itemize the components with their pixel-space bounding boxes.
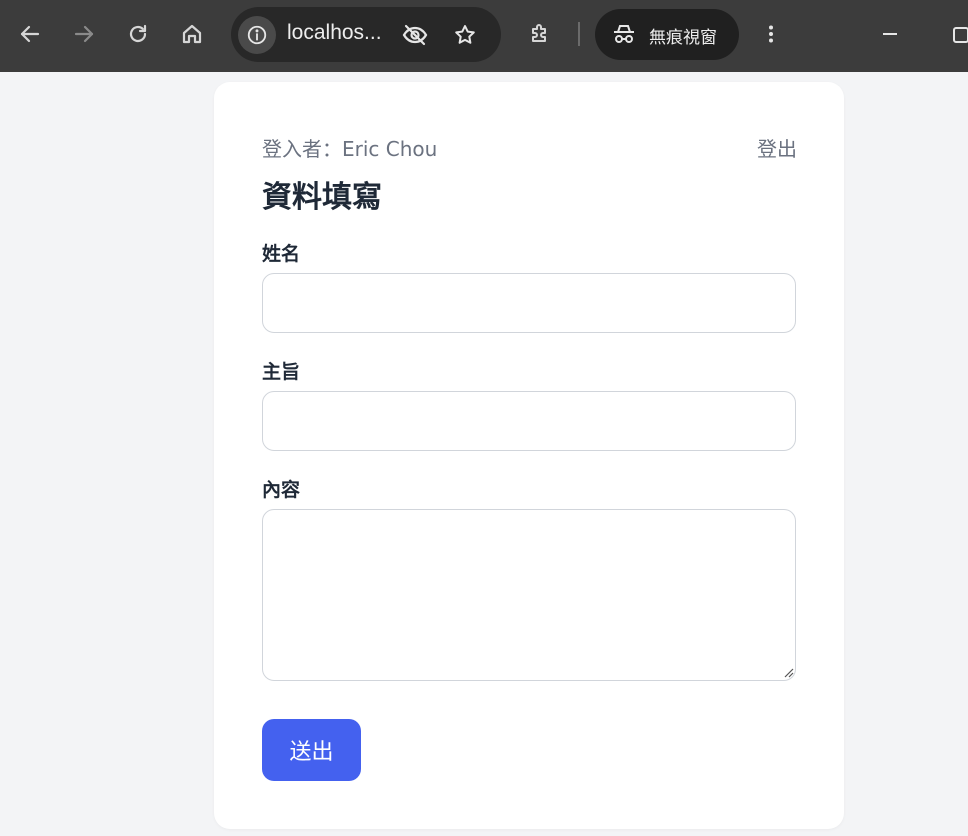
tracking-protection-button[interactable] xyxy=(400,21,430,49)
forward-button[interactable] xyxy=(64,12,104,56)
reload-button[interactable] xyxy=(118,12,158,56)
url-text[interactable]: localhos... xyxy=(287,21,382,45)
back-button[interactable] xyxy=(10,12,50,56)
page-title: 資料填寫 xyxy=(262,180,382,215)
toolbar-divider xyxy=(578,22,580,46)
name-input[interactable] xyxy=(262,273,796,333)
bookmark-button[interactable] xyxy=(450,21,480,49)
content-textarea[interactable] xyxy=(262,509,796,681)
reload-icon xyxy=(129,24,147,43)
content-label: 內容 xyxy=(262,479,301,501)
incognito-badge[interactable]: 無痕視窗 xyxy=(595,9,739,60)
incognito-label: 無痕視窗 xyxy=(649,28,717,48)
incognito-icon xyxy=(611,21,637,47)
subject-label: 主旨 xyxy=(262,361,301,383)
submit-button[interactable]: 送出 xyxy=(262,719,361,781)
maximize-button[interactable] xyxy=(940,12,968,56)
eye-off-icon xyxy=(402,24,428,46)
menu-button[interactable] xyxy=(751,12,791,56)
info-icon xyxy=(247,25,267,45)
minimize-icon xyxy=(883,33,897,35)
home-icon xyxy=(182,24,202,44)
subject-input[interactable] xyxy=(262,391,796,451)
home-button[interactable] xyxy=(172,12,212,56)
browser-toolbar: localhos... 無痕視窗 xyxy=(0,0,968,72)
name-label: 姓名 xyxy=(262,243,301,265)
address-bar[interactable]: localhos... xyxy=(231,7,501,62)
star-icon xyxy=(455,25,475,44)
logged-in-user: 登入者：Eric Chou xyxy=(262,137,438,161)
form-card: 登入者：Eric Chou 登出 資料填寫 姓名 主旨 內容 送出 xyxy=(214,82,844,829)
puzzle-icon xyxy=(532,24,546,42)
minimize-button[interactable] xyxy=(870,12,910,56)
extensions-button[interactable] xyxy=(520,12,560,56)
logout-link[interactable]: 登出 xyxy=(757,133,797,162)
site-info-button[interactable] xyxy=(238,16,276,54)
resize-grip-icon[interactable] xyxy=(782,666,794,678)
more-vertical-icon xyxy=(769,25,773,43)
arrow-right-icon xyxy=(74,25,94,43)
maximize-icon xyxy=(953,27,968,43)
arrow-left-icon xyxy=(20,25,40,43)
